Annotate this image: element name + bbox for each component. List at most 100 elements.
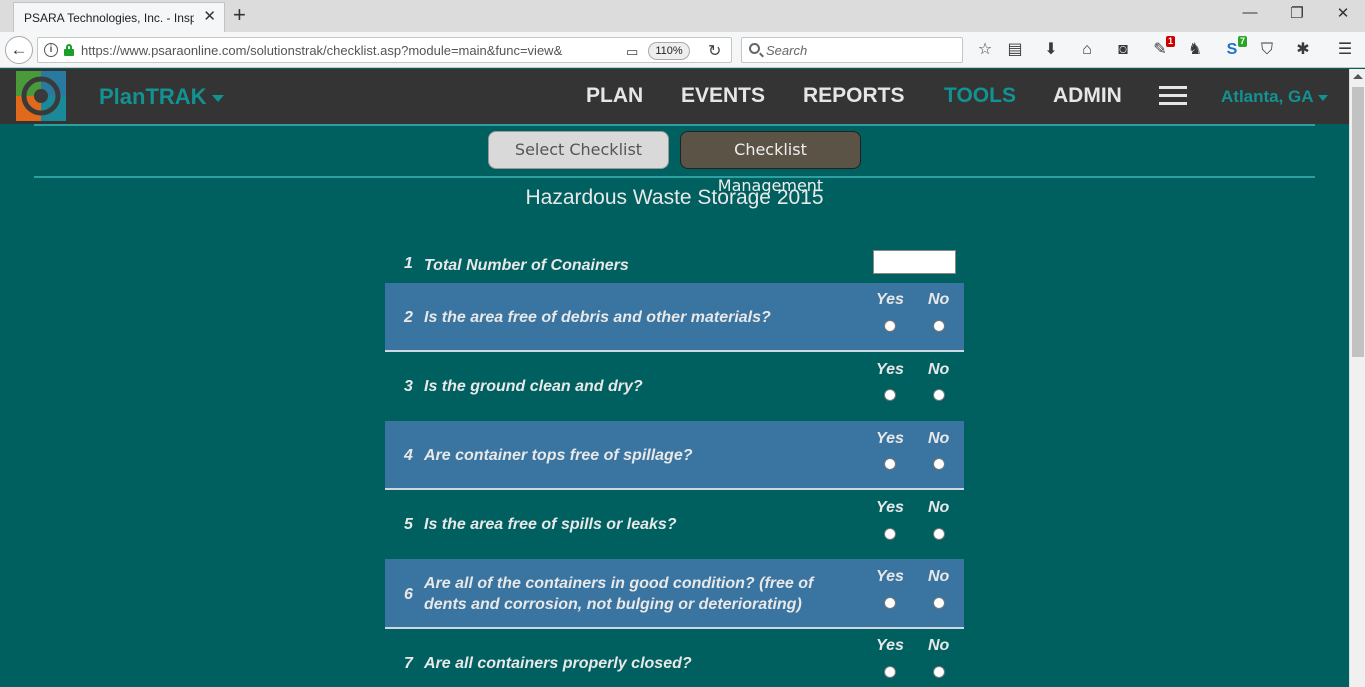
- question-text: Are container tops free of spillage?: [424, 447, 693, 464]
- location-label: Atlanta, GA: [1221, 87, 1314, 106]
- nav-events[interactable]: EVENTS: [681, 84, 765, 108]
- tab-title: PSARA Technologies, Inc. - Inspections: [24, 11, 194, 25]
- extension-icon[interactable]: ✎ 1: [1149, 36, 1175, 60]
- window-close-icon[interactable]: ✕: [1328, 4, 1358, 22]
- no-radio[interactable]: [933, 389, 945, 401]
- nav-admin[interactable]: ADMIN: [1053, 84, 1122, 108]
- new-tab-icon[interactable]: +: [233, 3, 246, 27]
- yes-label: Yes: [876, 361, 904, 378]
- scroll-thumb[interactable]: [1352, 87, 1364, 357]
- url-text[interactable]: https://www.psaraonline.com/solutionstra…: [81, 43, 611, 58]
- brand-label: PlanTRAK: [99, 84, 207, 109]
- sharepoint-icon[interactable]: S7: [1221, 36, 1247, 60]
- question-number: 2: [404, 309, 413, 326]
- lock-icon: [64, 44, 74, 56]
- no-radio[interactable]: [933, 528, 945, 540]
- download-icon[interactable]: ⬇: [1040, 40, 1062, 60]
- bookmark-star-icon[interactable]: ☆: [974, 40, 996, 60]
- question-row-6: 6 Are all of the containers in good cond…: [385, 559, 964, 629]
- question-text: Total Number of Conainers: [424, 257, 629, 274]
- nav-tools[interactable]: TOOLS: [944, 84, 1016, 108]
- brand-dropdown[interactable]: PlanTRAK: [99, 84, 224, 110]
- pocket-icon[interactable]: ◙: [1112, 40, 1134, 60]
- yes-radio[interactable]: [884, 389, 896, 401]
- plantrak-logo-icon[interactable]: [16, 71, 66, 121]
- yes-label: Yes: [876, 637, 904, 654]
- chevron-down-icon: [1317, 94, 1328, 101]
- search-box[interactable]: [741, 37, 963, 63]
- question-row-2: 2 Is the area free of debris and other m…: [385, 283, 964, 352]
- hamburger-menu-icon[interactable]: [1159, 86, 1187, 106]
- info-icon[interactable]: i: [44, 43, 58, 57]
- extension-badge: 1: [1165, 36, 1175, 47]
- yes-radio[interactable]: [884, 597, 896, 609]
- menu-icon[interactable]: ☰: [1334, 40, 1356, 60]
- home-icon[interactable]: ⌂: [1076, 40, 1098, 60]
- checklist-title: Hazardous Waste Storage 2015: [525, 186, 824, 209]
- no-label: No: [928, 430, 950, 447]
- search-icon: [749, 43, 760, 54]
- restore-icon[interactable]: ❐: [1282, 4, 1312, 22]
- sharepoint-badge: 7: [1237, 36, 1247, 47]
- yes-radio[interactable]: [884, 666, 896, 678]
- question-row-1: 1 Total Number of Conainers: [385, 249, 964, 282]
- divider-bottom: [34, 176, 1315, 178]
- yes-radio[interactable]: [884, 528, 896, 540]
- no-radio[interactable]: [933, 458, 945, 470]
- question-number: 6: [404, 586, 413, 603]
- nav-reports[interactable]: REPORTS: [803, 84, 905, 108]
- zoom-level-badge[interactable]: 110%: [648, 42, 690, 60]
- question-row-4: 4 Are container tops free of spillage? Y…: [385, 421, 964, 490]
- back-arrow-icon[interactable]: ←: [5, 36, 33, 64]
- select-checklist-button[interactable]: Select Checklist: [488, 131, 669, 169]
- question-text: Is the area free of spills or leaks?: [424, 516, 677, 533]
- yes-label: Yes: [876, 499, 904, 516]
- yes-label: Yes: [876, 568, 904, 585]
- evernote-icon[interactable]: ♞: [1184, 40, 1206, 60]
- reload-icon[interactable]: ↻: [708, 41, 721, 61]
- app-header: PlanTRAK PLAN EVENTS REPORTS TOOLS ADMIN…: [0, 69, 1349, 124]
- search-input[interactable]: [766, 41, 956, 59]
- chevron-down-icon: [211, 94, 224, 102]
- question-row-5: 5 Is the area free of spills or leaks? Y…: [385, 490, 964, 559]
- browser-tab[interactable]: PSARA Technologies, Inc. - Inspections ✕: [13, 2, 225, 32]
- scroll-up-arrow-icon[interactable]: [1353, 74, 1363, 79]
- no-label: No: [928, 361, 950, 378]
- close-tab-icon[interactable]: ✕: [203, 9, 216, 25]
- no-label: No: [928, 637, 950, 654]
- question-number: 4: [404, 447, 413, 464]
- question-number: 3: [404, 378, 413, 395]
- location-dropdown[interactable]: Atlanta, GA: [1221, 87, 1328, 107]
- divider-top: [34, 124, 1315, 126]
- page-scrollbar[interactable]: [1349, 69, 1365, 687]
- question-text: Are all containers properly closed?: [424, 655, 692, 672]
- yes-radio[interactable]: [884, 320, 896, 332]
- settings-extension-icon[interactable]: ✱: [1292, 40, 1314, 60]
- yes-label: Yes: [876, 430, 904, 447]
- reading-list-icon[interactable]: ▤: [1004, 40, 1026, 60]
- yes-radio[interactable]: [884, 458, 896, 470]
- no-radio[interactable]: [933, 666, 945, 678]
- no-radio[interactable]: [933, 320, 945, 332]
- question-row-3: 3 Is the ground clean and dry? Yes No: [385, 352, 964, 421]
- no-label: No: [928, 291, 950, 308]
- no-label: No: [928, 568, 950, 585]
- question-text: Are all of the containers in good condit…: [424, 575, 814, 613]
- browser-tab-bar: PSARA Technologies, Inc. - Inspections ✕…: [0, 0, 1365, 32]
- checklist-management-button[interactable]: Checklist Management: [680, 131, 861, 195]
- no-radio[interactable]: [933, 597, 945, 609]
- ublock-icon[interactable]: ⛉: [1256, 40, 1278, 60]
- no-label: No: [928, 499, 950, 516]
- yes-label: Yes: [876, 291, 904, 308]
- reader-view-icon[interactable]: ▭: [626, 44, 638, 60]
- question-row-7: 7 Are all containers properly closed? Ye…: [385, 629, 964, 687]
- minimize-icon[interactable]: —: [1235, 4, 1265, 21]
- question-number: 7: [404, 655, 413, 672]
- container-count-input[interactable]: [873, 250, 956, 274]
- question-number: 1: [404, 255, 413, 272]
- question-text: Is the area free of debris and other mat…: [424, 309, 771, 326]
- url-bar[interactable]: i https://www.psaraonline.com/solutionst…: [37, 37, 732, 63]
- question-text: Is the ground clean and dry?: [424, 378, 643, 395]
- question-number: 5: [404, 516, 413, 533]
- nav-plan[interactable]: PLAN: [586, 84, 643, 108]
